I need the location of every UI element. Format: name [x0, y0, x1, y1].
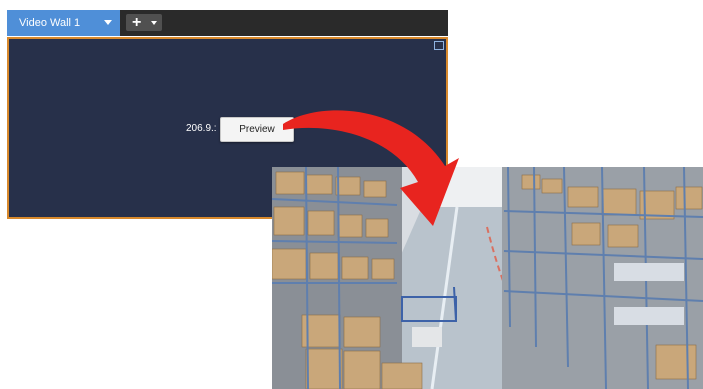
preview-button[interactable]: Preview	[220, 117, 294, 142]
chevron-down-icon[interactable]	[151, 21, 157, 25]
warehouse-illustration	[272, 167, 703, 389]
camera-ip-label: 206.9.:	[186, 123, 217, 134]
window-settings-icon[interactable]	[434, 41, 444, 50]
warehouse-preview-image	[272, 167, 703, 389]
add-wall-button[interactable]: +	[126, 14, 162, 31]
chevron-down-icon[interactable]	[104, 20, 112, 25]
tab-label: Video Wall 1	[19, 17, 81, 29]
video-wall-tabbar: Video Wall 1 +	[7, 10, 448, 36]
plus-icon: +	[132, 14, 142, 31]
tab-video-wall-1[interactable]: Video Wall 1	[7, 10, 120, 36]
